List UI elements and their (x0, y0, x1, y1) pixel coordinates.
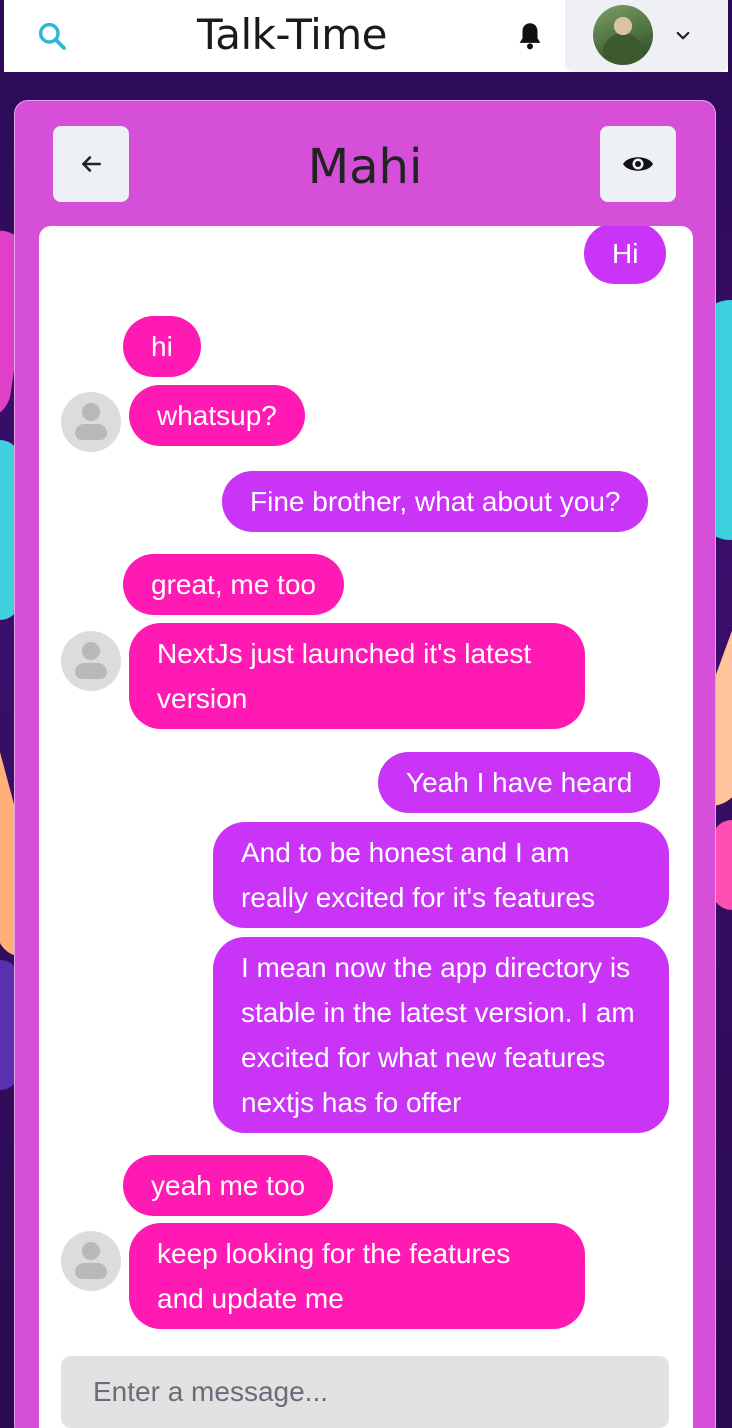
message-bubble-incoming: NextJs just launched it's latest version (129, 623, 585, 729)
view-profile-button[interactable] (600, 126, 676, 202)
messages-pane[interactable]: Hi hi whatsup? Fine brother, what about … (39, 226, 693, 1428)
message-bubble-outgoing: I mean now the app directory is stable i… (213, 937, 669, 1133)
message-bubble-outgoing: Hi (584, 226, 667, 284)
chevron-down-icon (676, 31, 690, 40)
message-bubble-incoming: yeah me too (123, 1155, 334, 1216)
profile-avatar (593, 5, 653, 65)
search-button[interactable] (32, 18, 72, 54)
message-bubble-outgoing: And to be honest and I am really excited… (213, 822, 669, 928)
notifications-button[interactable] (512, 18, 548, 54)
message-bubble-incoming: keep looking for the features and update… (129, 1223, 585, 1329)
profile-menu-button[interactable] (565, 0, 728, 72)
bell-icon (519, 23, 541, 50)
eye-icon (623, 157, 653, 171)
message-bubble-incoming: hi (123, 316, 201, 377)
top-navbar: Talk-Time (4, 0, 728, 72)
message-bubble-incoming: great, me too (123, 554, 344, 615)
message-bubble-incoming: whatsup? (129, 385, 305, 446)
contact-avatar (61, 631, 121, 691)
chat-card: Mahi Hi hi whatsup? Fine brother, what a… (14, 100, 716, 1428)
app-title: Talk-Time (197, 10, 388, 59)
back-button[interactable] (53, 126, 129, 202)
arrow-left-icon (82, 156, 101, 172)
search-icon (38, 22, 66, 50)
message-input[interactable] (61, 1356, 669, 1428)
chat-contact-name: Mahi (307, 139, 423, 195)
contact-avatar (61, 392, 121, 452)
message-bubble-outgoing: Yeah I have heard (378, 752, 661, 813)
contact-avatar (61, 1231, 121, 1291)
message-bubble-outgoing: Fine brother, what about you? (222, 471, 649, 532)
